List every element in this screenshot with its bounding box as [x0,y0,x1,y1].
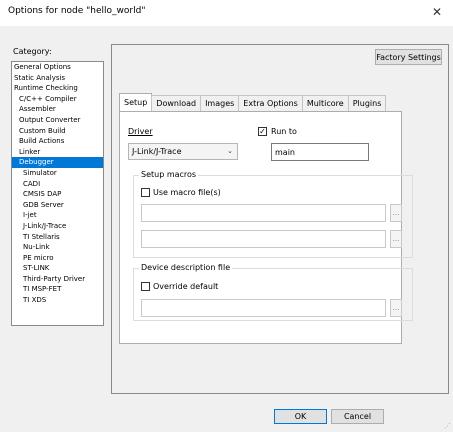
override-default-label: Override default [153,282,219,291]
category-item[interactable]: Debugger [12,157,103,168]
ok-button[interactable]: OK [274,409,327,424]
category-item[interactable]: Build Actions [12,136,103,147]
tab-plugins[interactable]: Plugins [347,95,387,111]
browse-macro-button-1[interactable]: ... [390,204,402,222]
macro-file-input-2[interactable] [141,230,386,248]
category-item[interactable]: CMSIS DAP [12,189,103,200]
tab-multicore[interactable]: Multicore [301,95,349,111]
category-item[interactable]: Linker [12,147,103,158]
cancel-button[interactable]: Cancel [331,409,384,424]
category-label: Category: [13,47,52,56]
run-to-label: Run to [271,127,297,136]
category-item[interactable]: J-Link/J-Trace [12,221,103,232]
category-item[interactable]: Simulator [12,168,103,179]
category-item[interactable]: Custom Build [12,126,103,137]
category-item[interactable]: Runtime Checking [12,83,103,94]
use-macro-checkbox[interactable] [141,188,150,197]
tab-setup[interactable]: Setup [119,93,153,111]
run-to-checkbox[interactable]: ✓ [258,127,267,136]
device-file-input[interactable] [141,299,386,317]
resize-grip-icon[interactable]: ⋰ [444,422,451,430]
category-item[interactable]: General Options [12,62,103,73]
override-default-checkbox[interactable] [141,282,150,291]
category-item[interactable]: Third-Party Driver [12,274,103,285]
category-item[interactable]: TI MSP-FET [12,284,103,295]
driver-select[interactable]: J-Link/J-Trace ⌄ [128,143,238,160]
factory-settings-button[interactable]: Factory Settings [375,49,442,65]
category-item[interactable]: GDB Server [12,200,103,211]
category-item[interactable]: PE micro [12,253,103,264]
category-list: General Options Static Analysis Runtime Ch… [11,61,104,326]
run-to-input[interactable]: main [271,143,369,161]
check-icon: ✓ [259,126,266,136]
run-to-value: main [275,147,295,157]
browse-macro-button-2[interactable]: ... [390,230,402,248]
driver-label: Driver [128,127,153,136]
use-macro-label: Use macro file(s) [153,188,221,197]
tab-download[interactable]: Download [151,95,202,111]
category-item[interactable]: TI XDS [12,295,103,306]
tab-images[interactable]: Images [200,95,240,111]
title-bar: Options for node "hello_world" ✕ [0,0,453,26]
category-item[interactable]: ST-LINK [12,263,103,274]
browse-device-button[interactable]: ... [390,299,402,317]
category-item[interactable]: Nu-Link [12,242,103,253]
tab-strip: Setup Download Images Extra Options Multicor… [119,93,387,111]
device-description-label: Device description file [139,263,233,272]
category-item[interactable]: Static Analysis [12,73,103,84]
driver-value: J-Link/J-Trace [132,147,182,156]
tab-extra-options[interactable]: Extra Options [238,95,303,111]
category-item[interactable]: C/C++ Compiler [12,94,103,105]
category-item[interactable]: I-jet [12,210,103,221]
setup-macros-label: Setup macros [139,170,199,179]
category-item[interactable]: Assembler [12,104,103,115]
close-icon[interactable]: ✕ [427,2,447,22]
category-item[interactable]: TI Stellaris [12,232,103,243]
macro-file-input-1[interactable] [141,204,386,222]
window-title: Options for node "hello_world" [8,6,146,16]
category-item[interactable]: Output Converter [12,115,103,126]
chevron-down-icon: ⌄ [227,147,233,155]
category-item[interactable]: CADI [12,179,103,190]
